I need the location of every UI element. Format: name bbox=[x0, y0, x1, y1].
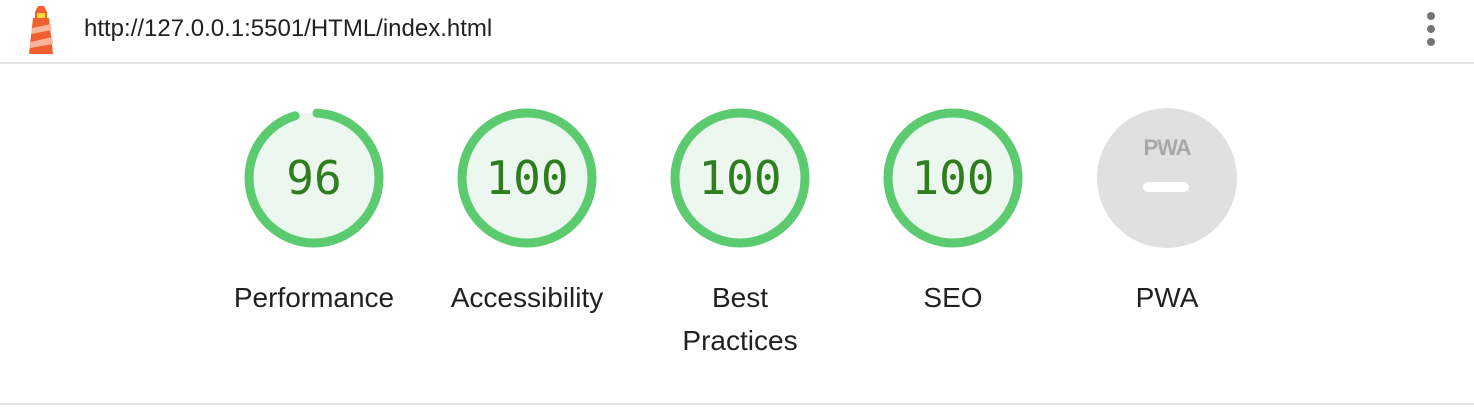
pwa-badge-icon: PWA bbox=[1097, 108, 1237, 248]
divider bbox=[0, 403, 1474, 405]
gauge-label: Best Practices bbox=[682, 282, 798, 356]
page-url: http://127.0.0.1:5501/HTML/index.html bbox=[84, 15, 493, 42]
gauge-ring: 100 bbox=[670, 108, 810, 248]
pwa-dash bbox=[1143, 182, 1189, 192]
gauge-best-practices[interactable]: 100 Best Practices bbox=[640, 106, 840, 362]
gauge-label: PWA bbox=[1135, 282, 1199, 313]
gauge-score: 100 bbox=[911, 151, 994, 205]
gauge-label: Performance bbox=[233, 282, 395, 313]
gauge-score: 100 bbox=[698, 151, 781, 205]
gauge-score: 100 bbox=[485, 151, 568, 205]
report-header: http://127.0.0.1:5501/HTML/index.html bbox=[0, 0, 1474, 64]
gauge-label: Accessibility bbox=[450, 282, 604, 313]
pwa-badge-text: PWA bbox=[1143, 135, 1191, 160]
gauge-ring: 100 bbox=[457, 108, 597, 248]
gauge-label: SEO bbox=[923, 282, 983, 313]
score-gauges: 96 Performance 100 Accessibility 100 Bes… bbox=[0, 64, 1474, 404]
gauge-performance[interactable]: 96 Performance bbox=[214, 106, 414, 319]
gauge-score: 96 bbox=[286, 151, 341, 205]
gauge-seo[interactable]: 100 SEO bbox=[853, 106, 1053, 319]
lighthouse-icon bbox=[29, 6, 53, 54]
more-vert-icon[interactable] bbox=[1414, 8, 1448, 52]
gauge-accessibility[interactable]: 100 Accessibility bbox=[427, 106, 627, 319]
gauge-ring: 100 bbox=[883, 108, 1023, 248]
gauge-pwa[interactable]: PWA PWA bbox=[1067, 106, 1267, 319]
gauge-ring: 96 bbox=[244, 108, 384, 248]
